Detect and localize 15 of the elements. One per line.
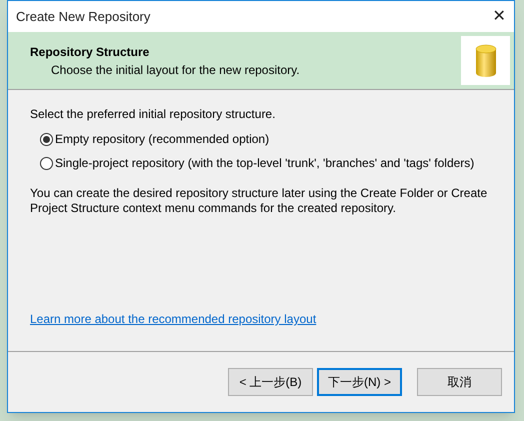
radio-option[interactable]: Single-project repository (with the top-level 'trunk', 'branches' and 'tags' folders) — [40, 154, 494, 172]
close-button[interactable]: ✕ — [484, 2, 514, 32]
learn-more-link[interactable]: Learn more about the recommended repository layout — [30, 310, 316, 328]
window-title: Create New Repository — [16, 8, 150, 26]
note-text: You can create the desired repository structure later using the Create Folder or Create Project Structure context menu commands for the created repository. — [30, 186, 488, 216]
database-icon — [474, 44, 496, 78]
radio-button[interactable] — [40, 132, 53, 146]
prompt-text: Select the preferred initial repository structure. — [30, 106, 276, 123]
header-title: Repository Structure — [30, 44, 150, 60]
wizard-button[interactable]: 取消 — [417, 368, 502, 396]
wizard-button[interactable]: 下一步(N) > — [317, 368, 402, 396]
wizard-button[interactable]: < 上一步(B) — [228, 368, 313, 396]
radio-button[interactable] — [40, 156, 53, 170]
header-subtitle: Choose the initial layout for the new repository. — [50, 62, 300, 78]
radio-option[interactable]: Empty repository (recommended option) — [40, 130, 494, 148]
